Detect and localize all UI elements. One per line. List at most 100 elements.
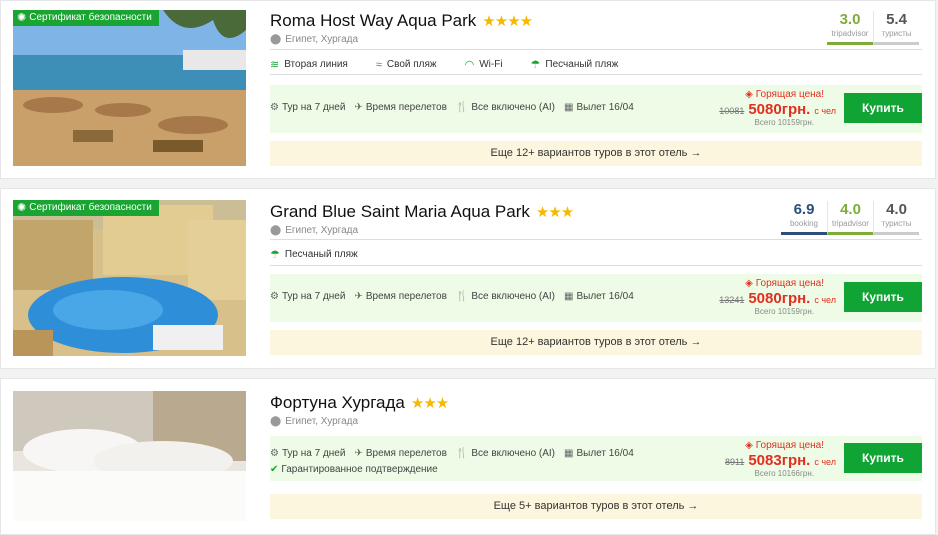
feature-sand-beach: ☂ Песчаный пляж: [530, 59, 619, 71]
cutlery-icon: 🍴: [455, 291, 469, 302]
hotel-location: ⬤ Египет, Хургада: [270, 225, 359, 236]
location-pin-icon: ⬤: [270, 34, 282, 45]
hotel-stars: ★★★: [410, 395, 449, 412]
tour-offer: ⚙ Тур на 7 дней ✈ Время перелетов 🍴 Все вкл…: [270, 85, 922, 133]
flight-times[interactable]: ✈ Время перелетов: [354, 448, 446, 459]
hotel-ratings: 3.0 tripadvisor 5.4 туристы: [827, 11, 919, 45]
certificate-icon: ✺: [17, 11, 27, 24]
hot-price-label: ◈ Горящая цена!: [745, 278, 824, 289]
hotel-location: ⬤ Египет, Хургада: [270, 416, 359, 427]
hotel-stars: ★★★★: [482, 13, 533, 30]
safety-certificate-badge: ✺ Сертификат безопасности: [13, 10, 159, 26]
price-per-person: с чел: [814, 457, 836, 467]
divider: [270, 265, 922, 266]
flight-times[interactable]: ✈ Время перелетов: [354, 102, 446, 113]
hotel-name-link[interactable]: Фортуна Хургада: [270, 393, 405, 413]
calendar-icon: ▦: [564, 291, 574, 302]
plane-icon: ✈: [354, 448, 363, 459]
beach-photo-image: [13, 10, 246, 166]
old-price: 13241: [719, 295, 745, 305]
rating-tourists[interactable]: 4.0 туристы: [873, 201, 919, 235]
tour-offer: ⚙ Тур на 7 дней ✈ Время перелетов 🍴 Все вкл…: [270, 436, 922, 481]
rating-tripadvisor[interactable]: 4.0 tripadvisor: [827, 201, 873, 235]
fire-icon: ◈: [745, 89, 753, 100]
current-price: 5083грн.: [748, 452, 811, 469]
buy-button[interactable]: Купить: [844, 282, 922, 312]
more-tours-link[interactable]: Еще 12+ вариантов туров в этот отель →: [270, 330, 922, 355]
more-tours-link[interactable]: Еще 12+ вариантов туров в этот отель →: [270, 141, 922, 166]
total-price: Всего 10159грн.: [754, 118, 814, 127]
tour-duration: ⚙ Тур на 7 дней: [270, 448, 346, 459]
tour-duration: ⚙ Тур на 7 дней: [270, 102, 346, 113]
hotel-ratings: 6.9 booking 4.0 tripadvisor 4.0 туристы: [781, 201, 919, 235]
tour-offer: ⚙ Тур на 7 дней ✈ Время перелетов 🍴 Все вкл…: [270, 274, 922, 322]
current-price: 5080грн.: [748, 101, 811, 118]
meal-plan: 🍴 Все включено (AI): [455, 102, 556, 113]
gear-icon: ⚙: [270, 448, 279, 459]
plane-icon: ✈: [354, 102, 363, 113]
gear-icon: ⚙: [270, 102, 279, 113]
feature-second-line: ≋ Вторая линия: [270, 59, 348, 71]
calendar-icon: ▦: [564, 448, 574, 459]
total-price: Всего 10159грн.: [754, 307, 814, 316]
wifi-icon: ◠: [464, 59, 475, 71]
waves-icon: ≋: [270, 59, 280, 71]
fire-icon: ◈: [745, 440, 753, 451]
guaranteed-confirmation: ✔ Гарантированное подтверждение: [270, 464, 438, 475]
fire-icon: ◈: [745, 278, 753, 289]
hotel-name-link[interactable]: Grand Blue Saint Maria Aqua Park: [270, 202, 530, 222]
price-block: ◈ Горящая цена! 8911 5083грн. с чел Всего…: [696, 440, 836, 478]
buy-button[interactable]: Купить: [844, 93, 922, 123]
hotel-photo[interactable]: ✺ Сертификат безопасности: [13, 10, 246, 166]
gear-icon: ⚙: [270, 291, 279, 302]
rating-tripadvisor[interactable]: 3.0 tripadvisor: [827, 11, 873, 45]
rating-tourists[interactable]: 5.4 туристы: [873, 11, 919, 45]
feature-sand-beach: ☂ Песчаный пляж: [270, 249, 358, 261]
bedroom-photo-image: [13, 391, 246, 521]
departure-date: ▦ Вылет 16/04: [564, 448, 634, 459]
feature-own-beach: ≈ Свой пляж: [375, 58, 437, 71]
hotel-location: ⬤ Египет, Хургада: [270, 34, 359, 45]
meal-plan: 🍴 Все включено (AI): [455, 291, 556, 302]
pool-photo-image: [13, 200, 246, 356]
hotel-stars: ★★★: [535, 204, 574, 221]
location-pin-icon: ⬤: [270, 416, 282, 427]
tour-duration: ⚙ Тур на 7 дней: [270, 291, 346, 302]
price-block: ◈ Горящая цена! 10081 5080грн. с чел Всег…: [696, 89, 836, 127]
hotel-photo[interactable]: ✺ Сертификат безопасности: [13, 200, 246, 356]
umbrella-icon: ☂: [530, 59, 541, 71]
more-tours-link[interactable]: Еще 5+ вариантов туров в этот отель →: [270, 494, 922, 519]
rating-booking[interactable]: 6.9 booking: [781, 201, 827, 235]
old-price: 8911: [724, 457, 745, 467]
price-per-person: с чел: [814, 106, 836, 116]
location-pin-icon: ⬤: [270, 225, 282, 236]
hotel-features: ≋ Вторая линия ≈ Свой пляж ◠ Wi-Fi ☂ Песчаны…: [270, 58, 646, 72]
feature-wifi: ◠ Wi-Fi: [464, 59, 503, 71]
flight-times[interactable]: ✈ Время перелетов: [354, 291, 446, 302]
hotel-card-roma-host-way: ✺ Сертификат безопасности Roma Host Way …: [0, 0, 936, 179]
price-block: ◈ Горящая цена! 13241 5080грн. с чел Всег…: [696, 278, 836, 316]
hot-price-label: ◈ Горящая цена!: [745, 440, 824, 451]
hotel-card-fortuna: Фортуна Хургада ★★★ ⬤ Египет, Хургада ⚙ Т…: [0, 378, 936, 535]
current-price: 5080грн.: [748, 290, 811, 307]
umbrella-icon: ☂: [270, 249, 280, 261]
old-price: 10081: [719, 106, 745, 116]
buy-button[interactable]: Купить: [844, 443, 922, 473]
safety-certificate-badge: ✺ Сертификат безопасности: [13, 200, 159, 216]
hotel-photo[interactable]: [13, 391, 246, 521]
check-circle-icon: ✔: [270, 464, 279, 475]
divider: [270, 74, 922, 75]
departure-date: ▦ Вылет 16/04: [564, 102, 634, 113]
divider: [270, 49, 922, 50]
total-price: Всего 10166грн.: [754, 469, 814, 478]
hotel-card-grand-blue: ✺ Сертификат безопасности Grand Blue Sai…: [0, 188, 936, 369]
meal-plan: 🍴 Все включено (AI): [455, 448, 556, 459]
price-per-person: с чел: [814, 295, 836, 305]
hotel-name-link[interactable]: Roma Host Way Aqua Park: [270, 11, 476, 31]
cutlery-icon: 🍴: [455, 448, 469, 459]
hot-price-label: ◈ Горящая цена!: [745, 89, 824, 100]
certificate-icon: ✺: [17, 201, 27, 214]
divider: [270, 239, 922, 240]
plane-icon: ✈: [354, 291, 363, 302]
cutlery-icon: 🍴: [455, 102, 469, 113]
